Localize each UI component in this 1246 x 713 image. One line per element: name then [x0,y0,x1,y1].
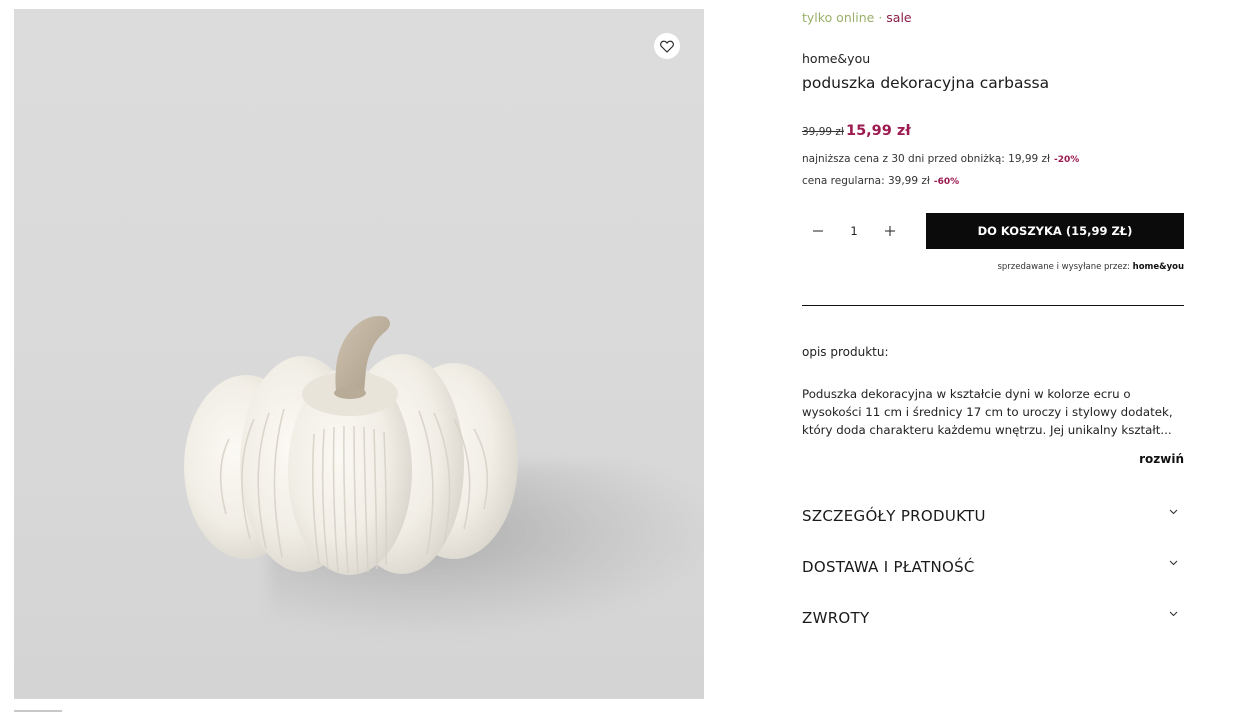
heart-icon [660,40,674,53]
description-line: Poduszka dekoracyjna w kształcie dyni w … [802,387,1131,401]
quantity-value[interactable]: 1 [839,224,869,238]
pumpkin-cushion-image [184,316,518,575]
chevron-down-icon [1166,505,1180,519]
add-to-cart-button[interactable]: DO KOSZYKA (15,99 ZŁ) [926,213,1184,249]
gallery-indicator[interactable] [14,710,62,712]
old-price: 39,99 zł [802,126,844,138]
chevron-down-icon [1166,556,1180,570]
favorite-button[interactable] [654,33,680,59]
accordion-label: DOSTAWA I PŁATNOŚĆ [802,558,975,576]
accordion-returns[interactable]: ZWROTY [802,603,1184,633]
seller-name[interactable]: home&you [1133,262,1184,272]
regular-price-discount: -60% [933,177,960,187]
description-line: wysokości 11 cm i średnicy 17 cm to uroc… [802,405,1173,419]
accordion-label: SZCZEGÓŁY PRODUKTU [802,507,986,525]
lowest-price-info: najniższa cena z 30 dni przed obniżką: 1… [802,153,1079,165]
chevron-down-icon [1166,607,1180,621]
quantity-increase-button[interactable] [878,219,902,243]
accordion-product-details[interactable]: SZCZEGÓŁY PRODUKTU [802,501,1184,531]
tag-separator: · [878,10,883,25]
description-heading: opis produktu: [802,345,889,359]
lowest-price-label: najniższa cena z 30 dni przed obniżką: 1… [802,153,1051,165]
tag-online: tylko online [802,10,875,25]
seller-info: sprzedawane i wysyłane przez: home&you [997,262,1184,272]
minus-icon [813,230,823,232]
tag-sale: sale [886,10,912,25]
accordion-label: ZWROTY [802,609,870,627]
seller-prefix: sprzedawane i wysyłane przez: [997,262,1130,272]
accordion-delivery-payment[interactable]: DOSTAWA I PŁATNOŚĆ [802,552,1184,582]
quantity-stepper: 1 [802,213,906,249]
regular-price-info: cena regularna: 39,99 zł -60% [802,175,959,187]
product-image[interactable] [14,9,704,699]
product-tags: tylko online · sale [802,10,912,25]
quantity-decrease-button[interactable] [806,219,830,243]
regular-price-label: cena regularna: 39,99 zł [802,175,930,187]
description-text: Poduszka dekoracyjna w kształcie dyni w … [802,385,1184,439]
brand-name[interactable]: home&you [802,51,870,66]
sale-price: 15,99 zł [846,123,911,139]
plus-icon [885,226,895,236]
lowest-price-discount: -20% [1054,155,1080,165]
section-divider [802,305,1184,306]
expand-description-link[interactable]: rozwiń [1139,452,1184,466]
product-title: poduszka dekoracyjna carbassa [802,74,1050,92]
description-line: który doda charakteru każdemu wnętrzu. J… [802,423,1172,437]
